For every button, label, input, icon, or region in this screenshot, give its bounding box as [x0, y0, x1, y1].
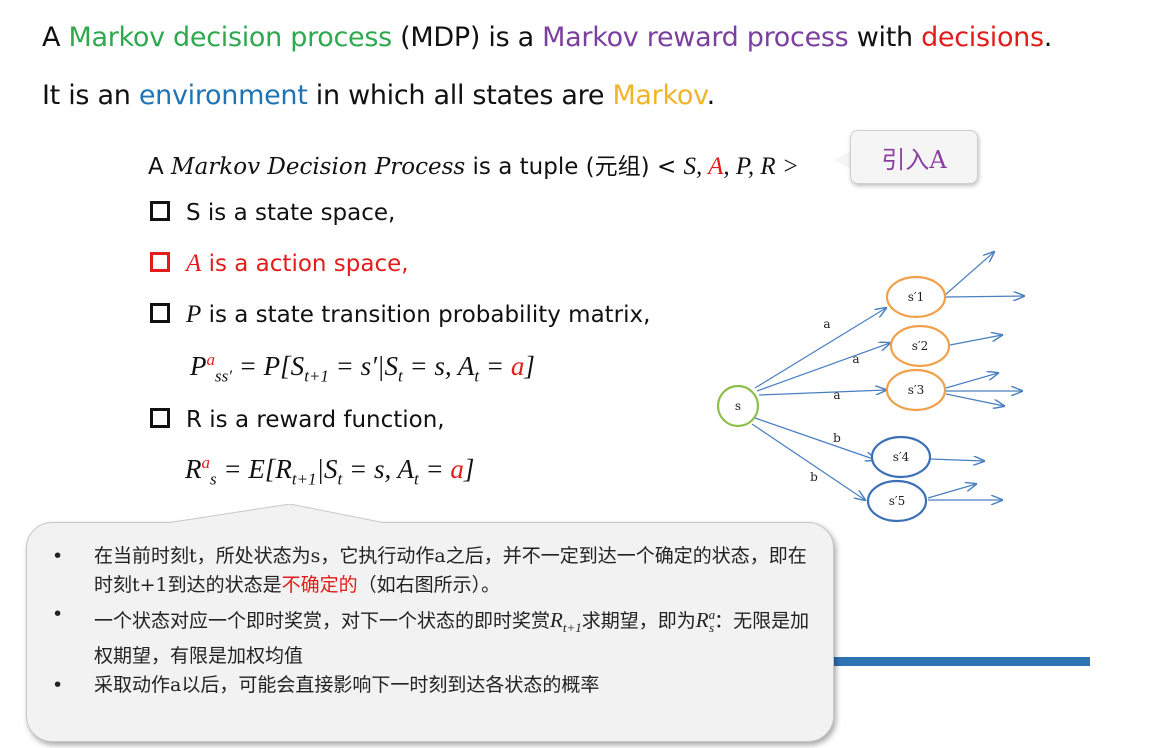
- note-text: 一个状态对应一个即时奖赏，对下一个状态的即时奖赏: [94, 610, 551, 632]
- edge-label: b: [810, 470, 818, 484]
- edge-out: [927, 484, 976, 499]
- node-label: s′5: [889, 494, 906, 508]
- node-label: s′1: [908, 290, 925, 304]
- bullet-icon: •: [52, 603, 64, 625]
- decorative-bar: [832, 657, 1090, 666]
- edge-label: a: [833, 388, 840, 402]
- note-highlight: 不确定的: [281, 574, 358, 596]
- note-item: • 一个状态对应一个即时奖赏，对下一个状态的即时奖赏Rt+1求期望，即为Ras：…: [52, 600, 822, 671]
- note-text: 采取动作a以后，可能会直接影响下一时刻到达各状态的概率: [94, 674, 600, 697]
- note-text: （如右图所示）。: [357, 574, 501, 596]
- node-label: s′3: [908, 383, 925, 397]
- notes-list: • 在当前时刻t，所处状态为s，它执行动作a之后，并不一定到达一个确定的状态，即…: [52, 542, 822, 700]
- edge-out: [945, 296, 1024, 297]
- edge-label: a: [823, 317, 830, 331]
- math-r: R: [695, 608, 709, 632]
- node-label: s′4: [893, 450, 910, 464]
- panel-pointer: [160, 504, 390, 526]
- edge-label: a: [852, 352, 859, 366]
- note-item: • 在当前时刻t，所处状态为s，它执行动作a之后，并不一定到达一个确定的状态，即…: [52, 542, 822, 600]
- edge-s-s1: [754, 308, 886, 389]
- note-math: Ras: [695, 607, 715, 635]
- note-math: Rt+1: [550, 608, 582, 636]
- math-r: R: [550, 608, 563, 632]
- edge-s-s4: [754, 417, 876, 460]
- bullet-icon: •: [52, 674, 64, 697]
- edge-s-s2: [756, 343, 890, 392]
- node-label: s: [735, 399, 741, 413]
- edge-s-s3: [758, 390, 886, 396]
- edge-label: b: [833, 431, 841, 445]
- node-label: s′2: [912, 339, 929, 353]
- edge-out: [945, 373, 998, 389]
- edge-out: [949, 335, 1002, 346]
- note-text: 求期望，即为: [581, 610, 696, 632]
- math-sub: t+1: [562, 620, 582, 636]
- edge-out: [929, 459, 984, 461]
- edge-out: [945, 393, 1004, 406]
- edge-s-s5: [751, 423, 865, 500]
- bullet-icon: •: [52, 545, 64, 567]
- edge-out: [944, 252, 994, 296]
- note-item: • 采取动作a以后，可能会直接影响下一时刻到达各状态的概率: [52, 671, 822, 700]
